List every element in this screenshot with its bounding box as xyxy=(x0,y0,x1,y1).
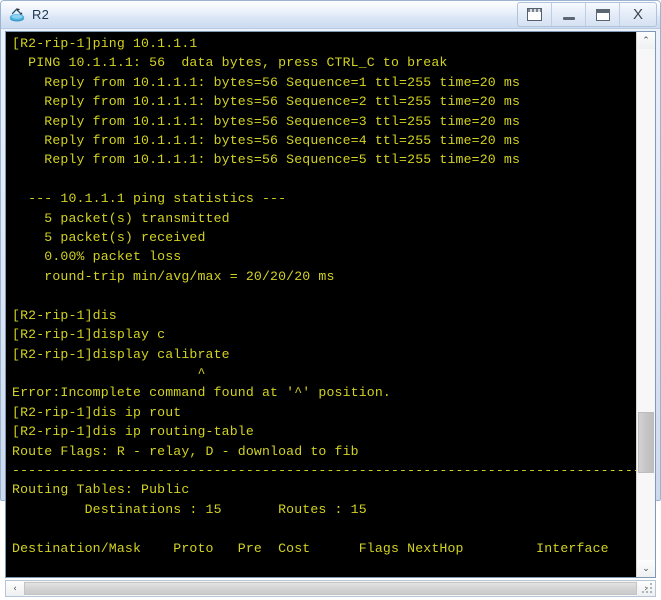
resize-grip-icon[interactable] xyxy=(641,582,654,596)
window-body: [R2-rip-1]ping 10.1.1.1 PING 10.1.1.1: 5… xyxy=(1,29,660,600)
title-bar[interactable]: R2 X xyxy=(1,1,660,29)
restore-window-icon xyxy=(527,8,542,21)
close-icon: X xyxy=(632,6,643,23)
terminal-line: Reply from 10.1.1.1: bytes=56 Sequence=3… xyxy=(12,113,521,129)
scroll-left-icon[interactable]: ‹ xyxy=(6,581,24,597)
terminal-line: [R2-rip-1]ping 10.1.1.1 xyxy=(12,36,198,51)
maximize-button[interactable] xyxy=(586,3,620,26)
terminal-line: [R2-rip-1]display calibrate xyxy=(12,346,230,362)
terminal-window: R2 X [R2-rip-1]ping 10.1.1.1 PING 10.1.1… xyxy=(0,0,661,598)
close-button[interactable]: X xyxy=(620,3,656,26)
horizontal-scroll-thumb[interactable] xyxy=(24,582,637,596)
terminal-line: Reply from 10.1.1.1: bytes=56 Sequence=1… xyxy=(12,74,521,90)
horizontal-scrollbar[interactable]: ‹ › xyxy=(5,580,656,598)
restore-button[interactable] xyxy=(518,3,552,26)
terminal-line: Route Flags: R - relay, D - download to … xyxy=(12,443,359,459)
vertical-scrollbar[interactable]: ⌃ ⌄ xyxy=(636,32,655,578)
terminal-output[interactable]: [R2-rip-1]ping 10.1.1.1 PING 10.1.1.1: 5… xyxy=(6,32,636,578)
terminal-line: Destinations : 15 Routes : 15 xyxy=(12,501,367,517)
scroll-down-icon[interactable]: ⌄ xyxy=(637,560,655,578)
terminal-line: Reply from 10.1.1.1: bytes=56 Sequence=4… xyxy=(12,133,521,149)
terminal-line: ----------------------------------------… xyxy=(12,462,636,478)
vertical-scroll-thumb[interactable] xyxy=(638,412,654,474)
terminal-line: [R2-rip-1]display c xyxy=(12,327,166,343)
terminal-line: 5 packet(s) received xyxy=(12,230,206,246)
router-icon xyxy=(8,6,26,24)
terminal-line: [R2-rip-1]dis ip routing-table xyxy=(12,424,254,440)
terminal-area: [R2-rip-1]ping 10.1.1.1 PING 10.1.1.1: 5… xyxy=(5,31,656,579)
terminal-line: Reply from 10.1.1.1: bytes=56 Sequence=2… xyxy=(12,94,521,110)
terminal-lines: [R2-rip-1]ping 10.1.1.1 PING 10.1.1.1: 5… xyxy=(6,32,636,577)
terminal-line: Destination/Mask Proto Pre Cost Flags Ne… xyxy=(12,540,609,556)
terminal-line: 5 packet(s) transmitted xyxy=(12,210,230,226)
scroll-up-icon[interactable]: ⌃ xyxy=(637,32,655,49)
window-controls: X xyxy=(517,2,657,27)
terminal-line: PING 10.1.1.1: 56 data bytes, press CTRL… xyxy=(12,55,448,71)
terminal-line: Reply from 10.1.1.1: bytes=56 Sequence=5… xyxy=(12,152,521,168)
terminal-line: [R2-rip-1]dis xyxy=(12,307,117,323)
terminal-line: --- 10.1.1.1 ping statistics --- xyxy=(12,191,287,207)
terminal-line: 0.00% packet loss xyxy=(12,249,182,265)
horizontal-scroll-track[interactable] xyxy=(24,581,637,597)
terminal-line: [R2-rip-1]dis ip rout xyxy=(12,404,182,420)
window-title: R2 xyxy=(32,7,50,22)
terminal-line: Routing Tables: Public xyxy=(12,482,190,498)
vertical-scroll-track[interactable] xyxy=(637,49,655,561)
terminal-line: Error:Incomplete command found at '^' po… xyxy=(12,385,391,401)
terminal-line: round-trip min/avg/max = 20/20/20 ms xyxy=(12,268,335,284)
minimize-icon xyxy=(562,16,575,20)
terminal-line: ^ xyxy=(12,365,206,381)
minimize-button[interactable] xyxy=(552,3,586,26)
maximize-icon xyxy=(595,8,610,21)
